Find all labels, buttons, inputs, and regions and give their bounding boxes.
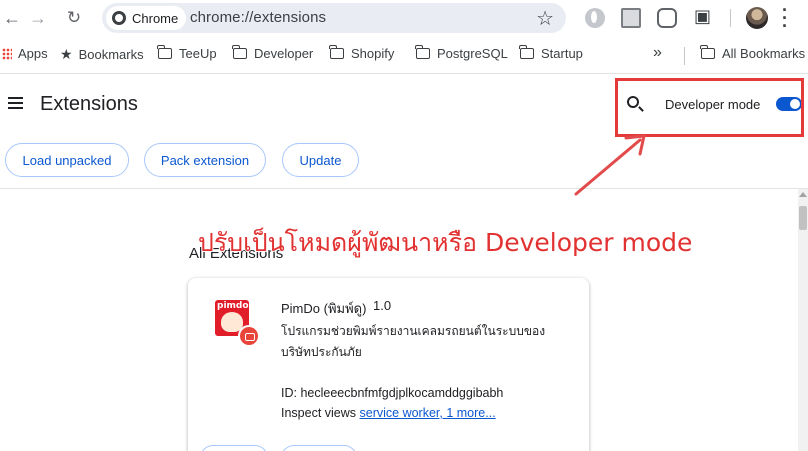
- reload-icon[interactable]: ↻: [62, 6, 86, 30]
- bookmarks-overflow-chevron-icon[interactable]: »: [653, 44, 662, 62]
- bookmark-all-bookmarks[interactable]: All Bookmarks: [700, 45, 806, 61]
- site-chip-label: Chrome: [132, 10, 179, 26]
- forward-arrow-icon[interactable]: →: [26, 6, 50, 30]
- inspect-views-label: Inspect views: [281, 406, 357, 420]
- annotation-highlight-box: [615, 78, 804, 137]
- scroll-up-arrow-icon[interactable]: [799, 192, 807, 197]
- extension-id-label: ID:: [281, 386, 297, 400]
- load-unpacked-button[interactable]: Load unpacked: [5, 143, 129, 177]
- profile-avatar[interactable]: [746, 7, 768, 29]
- extension-id-value: hecleeecbnfmfgdjplkocamddggibabh: [300, 386, 504, 400]
- star-icon: ★: [60, 46, 73, 62]
- page-scrollbar[interactable]: [798, 189, 808, 451]
- bookmark-startup[interactable]: Startup: [519, 45, 583, 61]
- site-chip[interactable]: Chrome: [106, 6, 187, 30]
- bookmark-label: Shopify: [351, 46, 395, 61]
- page-title: Extensions: [40, 93, 138, 115]
- bookmark-developer[interactable]: Developer: [232, 45, 314, 61]
- address-bar[interactable]: Chrome chrome://extensions ☆: [102, 3, 566, 33]
- browser-toolbar: ← → ↻ Chrome chrome://extensions ☆ ▣ · · ·: [0, 0, 808, 36]
- folder-icon: [519, 45, 534, 59]
- extension-opera-icon[interactable]: [585, 8, 605, 28]
- extension-inspect-row: Inspect views service worker, 1 more...: [281, 406, 496, 420]
- folder-icon: [232, 45, 247, 59]
- extension-description: โปรแกรมช่วยพิมพ์รายงานเคลมรถยนต์ในระบบขอ…: [281, 324, 546, 359]
- extension-card: pimdo PimDo (พิมพ์ดู) 1.0 โปรแกรมช่วยพิม…: [188, 278, 589, 451]
- extension-version: 1.0: [373, 298, 392, 313]
- bookmarks-bar: Apps ★ Bookmarks TeeUp Developer Shopify…: [0, 40, 808, 70]
- bookmark-apps[interactable]: Apps: [2, 46, 48, 61]
- extension-details-button[interactable]: [200, 445, 268, 451]
- extension-pdf-icon[interactable]: [621, 8, 641, 28]
- extensions-puzzle-icon[interactable]: ▣: [694, 6, 714, 26]
- bookmark-label: Bookmarks: [78, 47, 144, 62]
- extension-badge-icon: [238, 325, 260, 347]
- annotation-arrow-icon: [574, 134, 646, 196]
- bookmarks-divider: [684, 47, 685, 65]
- bookmark-teeup[interactable]: TeeUp: [157, 45, 217, 61]
- extension-remove-button[interactable]: [281, 445, 357, 451]
- more-menu-icon[interactable]: · · ·: [782, 1, 788, 35]
- toolbar-divider: [730, 9, 731, 27]
- bookmark-bookmarks[interactable]: ★ Bookmarks: [60, 46, 144, 63]
- bookmark-label: TeeUp: [179, 46, 217, 61]
- bookmark-label: Apps: [18, 46, 48, 61]
- pack-extension-button[interactable]: Pack extension: [144, 143, 266, 177]
- scroll-thumb[interactable]: [799, 206, 807, 230]
- bookmark-postgresql[interactable]: PostgreSQL: [415, 45, 508, 61]
- hamburger-menu-icon[interactable]: [8, 97, 23, 109]
- inspect-views-link[interactable]: service worker, 1 more...: [360, 406, 496, 420]
- bookmark-shopify[interactable]: Shopify: [329, 45, 395, 61]
- url-text[interactable]: chrome://extensions: [190, 9, 326, 26]
- folder-icon: [157, 45, 172, 59]
- bookmark-label: PostgreSQL: [437, 46, 508, 61]
- bookmark-star-icon[interactable]: ☆: [536, 6, 554, 31]
- folder-icon: [329, 45, 344, 59]
- folder-icon: [415, 45, 430, 59]
- extension-name: PimDo (พิมพ์ดู): [281, 301, 367, 316]
- extension-chat-icon[interactable]: [657, 8, 677, 28]
- bookmark-label: Developer: [254, 46, 314, 61]
- header-divider-line: [0, 188, 808, 189]
- annotation-text: ปรับเป็นโหมดผู้พัฒนาหรือ Developer mode: [198, 228, 693, 257]
- apps-grid-icon: [2, 47, 12, 60]
- update-button[interactable]: Update: [282, 143, 359, 177]
- extension-id-row: ID: hecleeecbnfmfgdjplkocamddggibabh: [281, 386, 503, 400]
- extension-logo-text: pimdo: [217, 301, 249, 311]
- folder-icon: [700, 45, 715, 59]
- chrome-logo-icon: [112, 11, 126, 25]
- bookmark-label: Startup: [541, 46, 583, 61]
- bookmark-label: All Bookmarks: [722, 46, 806, 61]
- toolbar-divider-line: [0, 73, 808, 74]
- back-arrow-icon[interactable]: ←: [0, 6, 24, 30]
